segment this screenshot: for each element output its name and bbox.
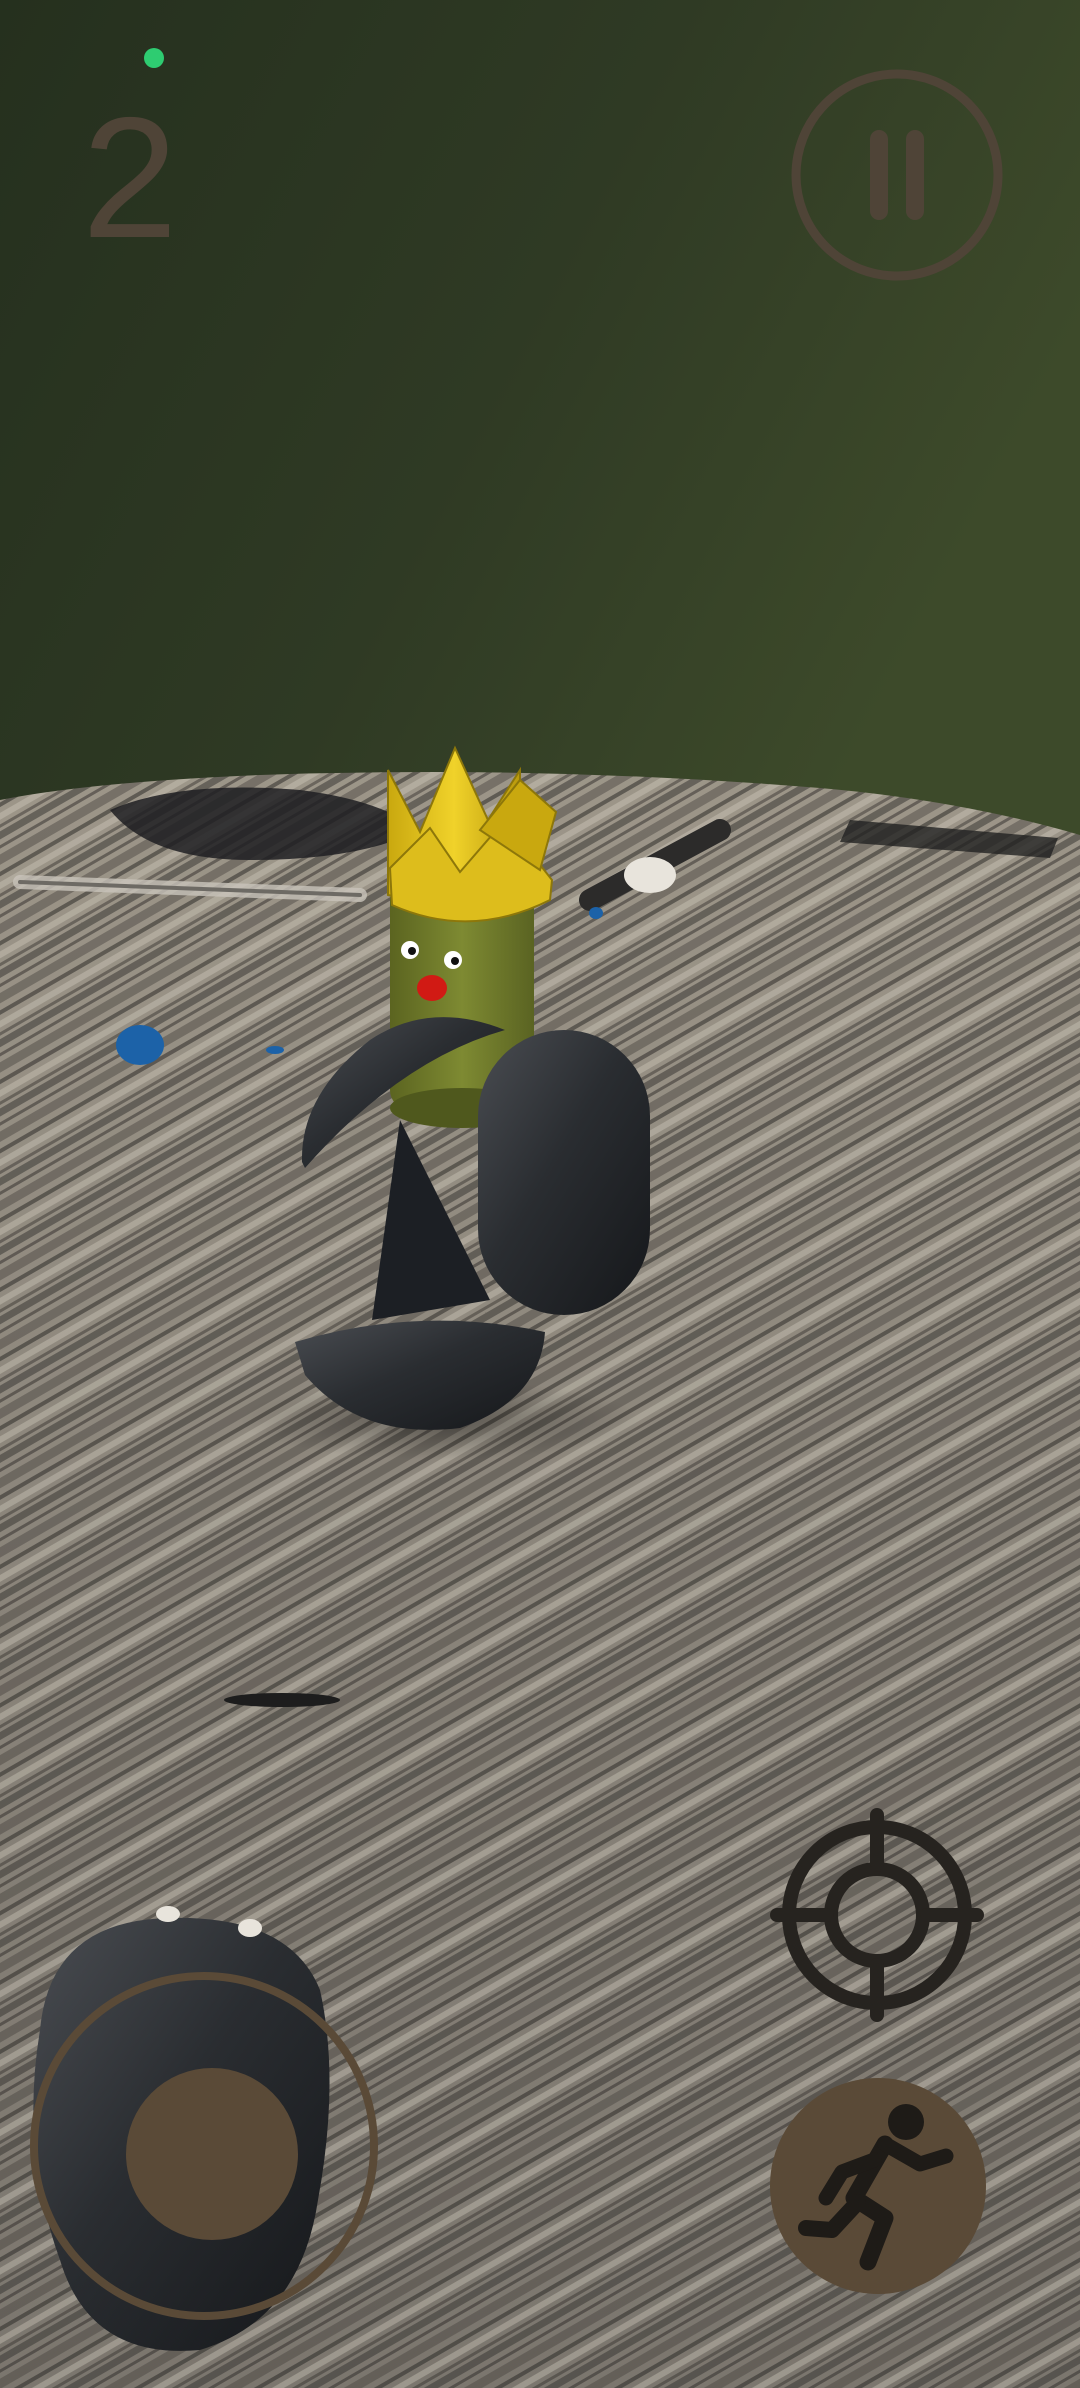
run-button[interactable] — [770, 2078, 986, 2294]
crosshair-icon — [770, 1808, 984, 2022]
joystick-knob[interactable] — [126, 2068, 298, 2240]
pause-icon — [791, 69, 1003, 281]
aim-button[interactable] — [768, 1806, 986, 2024]
virtual-joystick[interactable] — [30, 1972, 378, 2320]
running-figure-icon — [798, 2104, 954, 2271]
pause-button[interactable] — [790, 68, 1004, 282]
score-counter: 2 — [82, 82, 178, 274]
status-indicator-dot — [144, 48, 164, 68]
